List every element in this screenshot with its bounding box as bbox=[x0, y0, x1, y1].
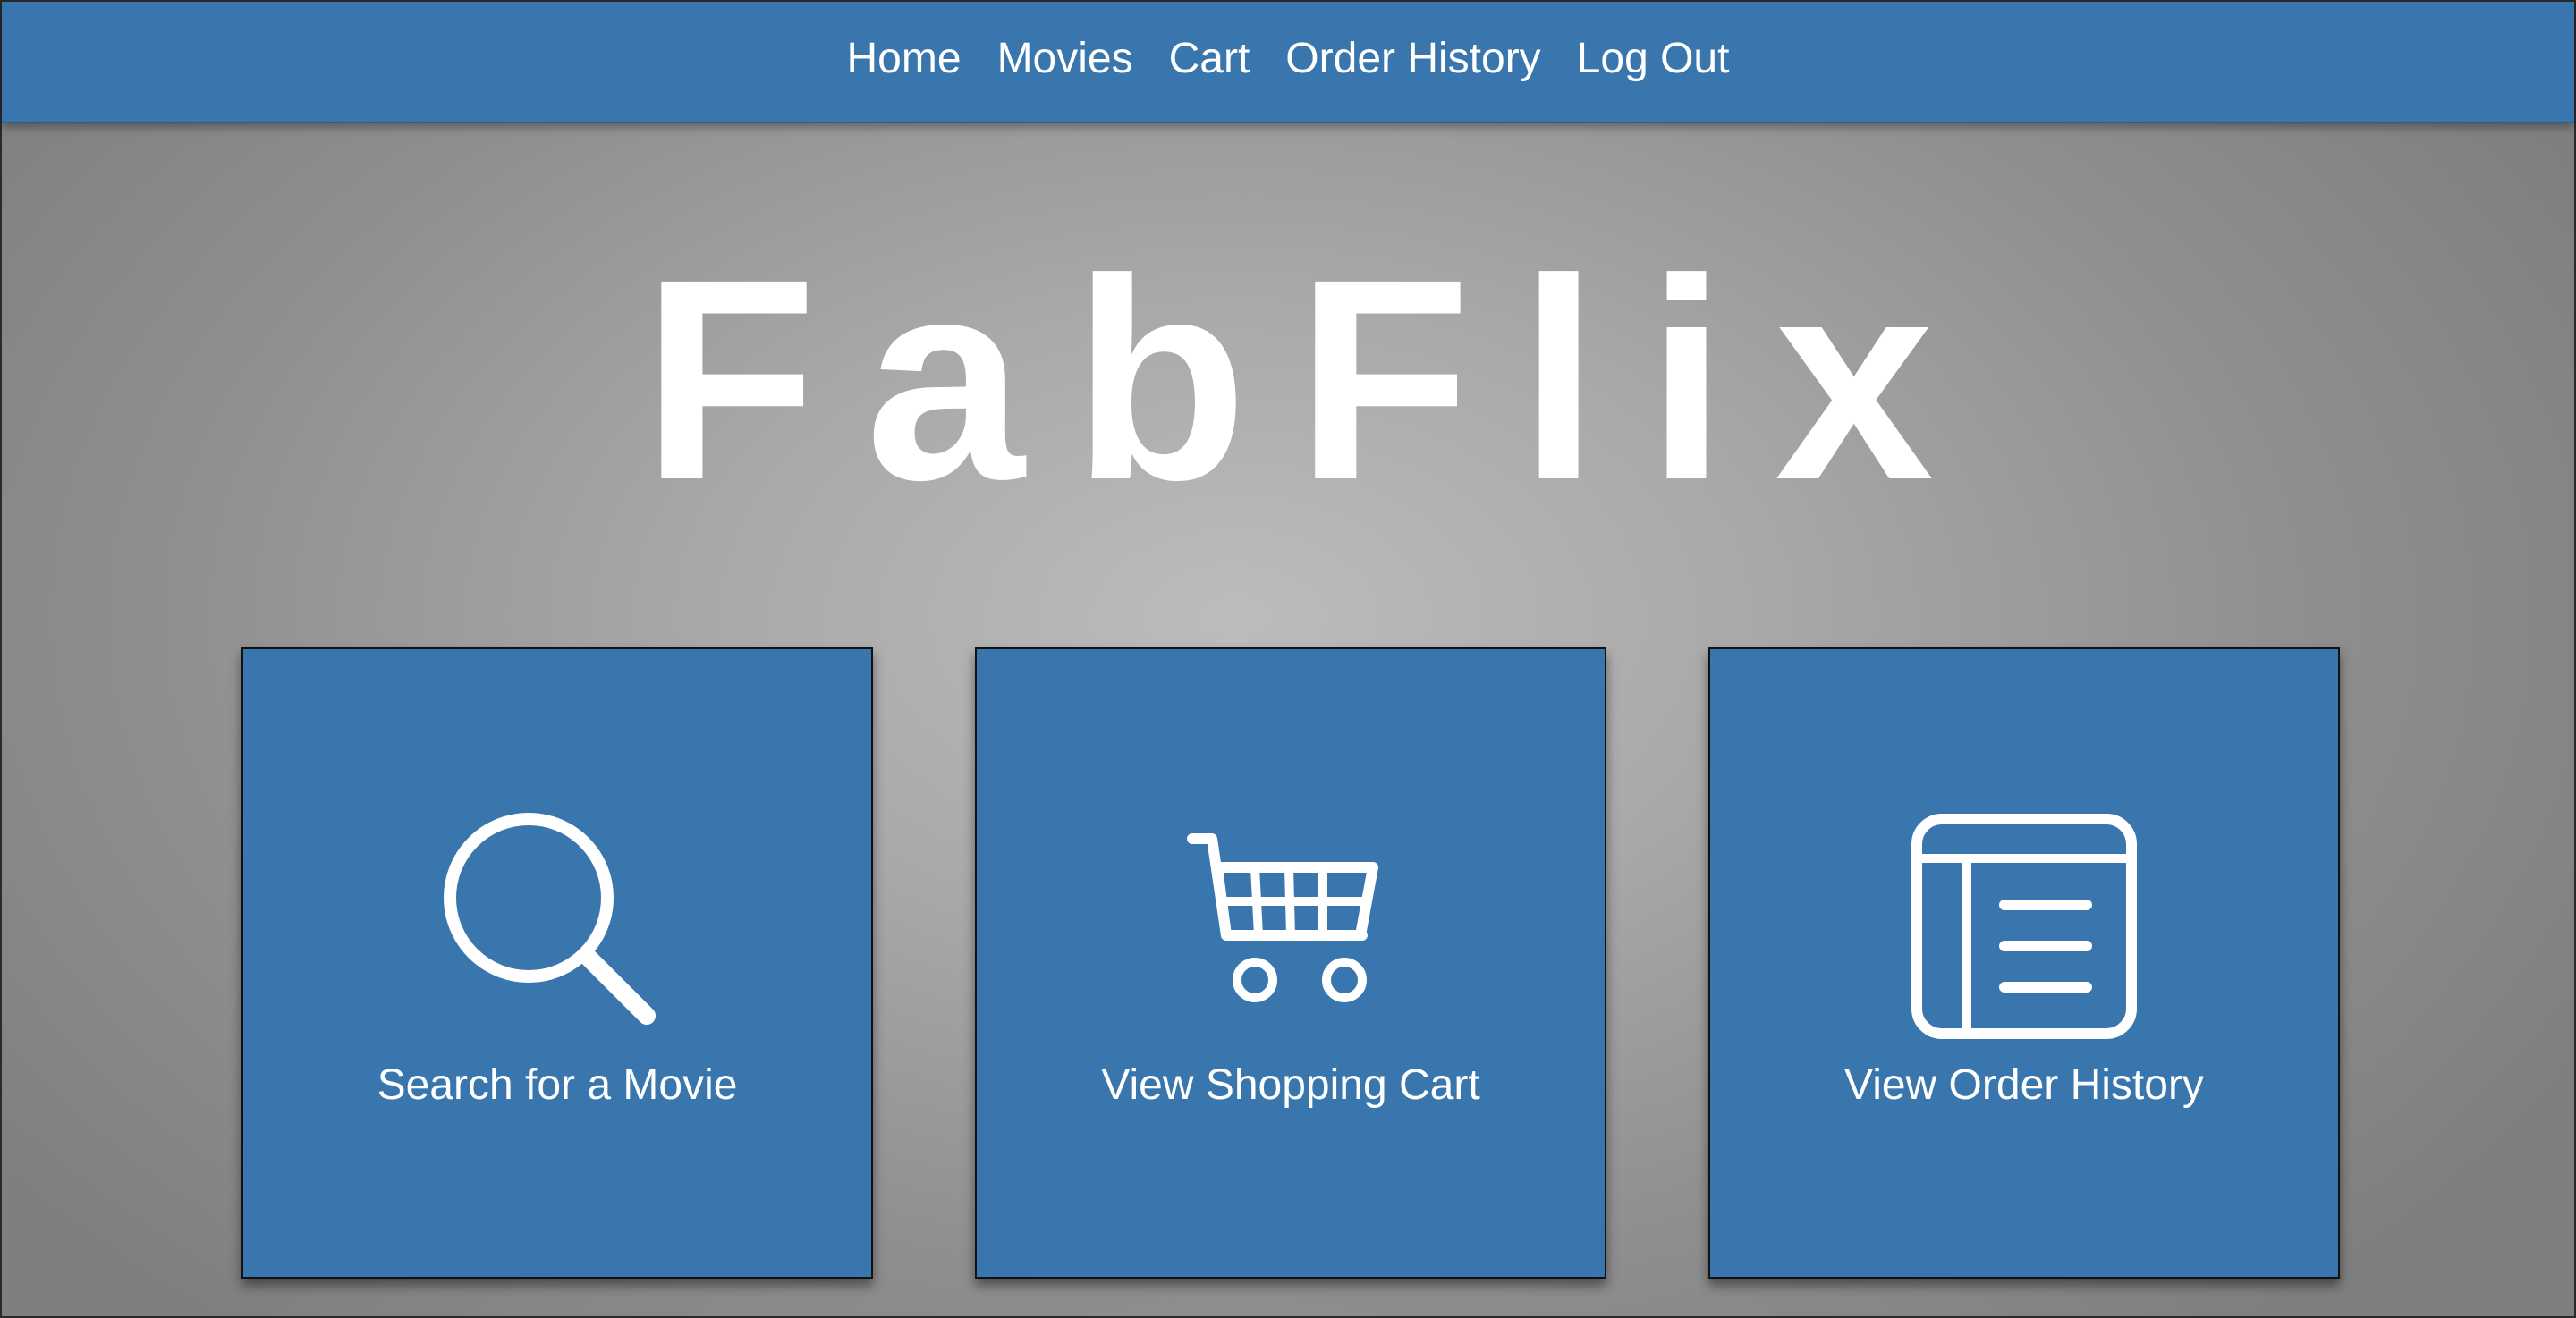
search-icon bbox=[441, 810, 674, 1043]
shopping-cart-label: View Shopping Cart bbox=[1101, 1061, 1480, 1109]
shopping-cart-tile[interactable]: View Shopping Cart bbox=[975, 647, 1606, 1279]
nav-link-home[interactable]: Home bbox=[829, 38, 979, 80]
order-history-label: View Order History bbox=[1844, 1061, 2204, 1109]
nav-link-movies[interactable]: Movies bbox=[979, 38, 1151, 80]
fabflix-logo: FabFlix bbox=[641, 219, 1983, 539]
top-navbar: Home Movies Cart Order History Log Out bbox=[2, 2, 2574, 123]
nav-link-cart[interactable]: Cart bbox=[1151, 38, 1268, 80]
cart-icon bbox=[1174, 810, 1407, 1043]
search-movie-label: Search for a Movie bbox=[377, 1061, 738, 1109]
order-history-icon bbox=[1908, 810, 2140, 1043]
search-movie-tile[interactable]: Search for a Movie bbox=[242, 647, 873, 1279]
order-history-tile[interactable]: View Order History bbox=[1708, 647, 2340, 1279]
nav-link-log-out[interactable]: Log Out bbox=[1559, 38, 1748, 80]
nav-link-order-history[interactable]: Order History bbox=[1267, 38, 1558, 80]
